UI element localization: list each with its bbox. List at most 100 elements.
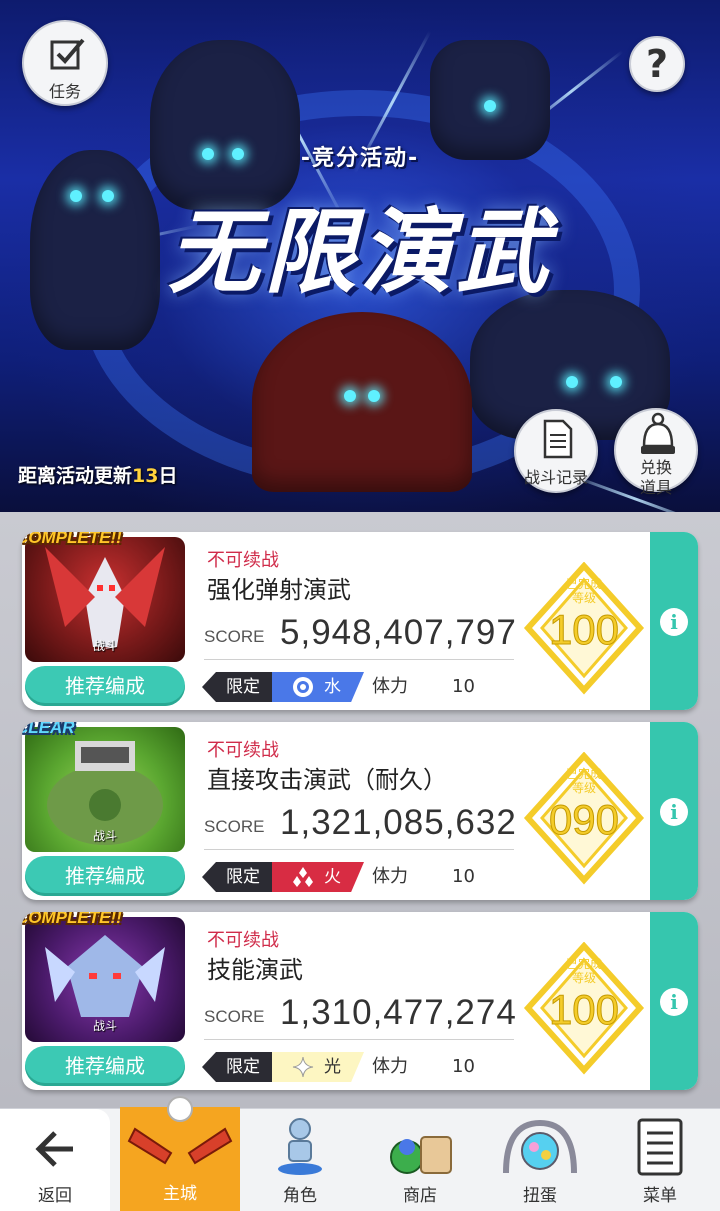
exchange-items-button[interactable]: 兑换 道具 xyxy=(614,408,698,497)
pinball-flipper-icon xyxy=(127,1096,233,1165)
event-banner: -竞分活动- 无限演武 距离活动更新13日 任务 ? 战斗记录 兑换 道具 xyxy=(0,0,720,512)
exchange-label-line1: 兑换 xyxy=(639,458,672,477)
divider xyxy=(204,659,514,660)
countdown-suffix: 日 xyxy=(158,465,178,487)
info-icon[interactable]: i xyxy=(660,988,688,1016)
stage-thumbnail[interactable]: 战斗 xyxy=(25,537,185,662)
divider xyxy=(204,849,514,850)
limited-tag: 限定 xyxy=(202,672,278,702)
nav-menu-label: 菜单 xyxy=(643,1186,677,1206)
no-continue-label: 不可续战 xyxy=(207,930,279,951)
nav-back-label: 返回 xyxy=(38,1186,72,1206)
grade-value: 090 xyxy=(549,796,619,843)
exchange-label: 兑换 道具 xyxy=(616,458,696,498)
medal-caption-1: 已完成 xyxy=(566,576,602,591)
task-button[interactable]: 任务 xyxy=(22,20,108,106)
thumb-tag: 战斗 xyxy=(92,1019,117,1033)
recommend-team-button[interactable]: 推荐编成 xyxy=(25,666,185,706)
nav-back[interactable]: 返回 xyxy=(0,1109,110,1211)
thumb-tag: 战斗 xyxy=(92,639,117,653)
nav-home[interactable]: 主城 xyxy=(120,1096,240,1211)
element-label: 火 xyxy=(324,867,341,887)
no-continue-label: 不可续战 xyxy=(207,740,279,761)
grade-value: 100 xyxy=(549,986,619,1033)
nav-menu[interactable]: 菜单 xyxy=(600,1109,720,1211)
stamina-label: 体力 xyxy=(372,866,408,887)
nav-home-label: 主城 xyxy=(163,1184,197,1204)
recommend-team-button[interactable]: 推荐编成 xyxy=(25,1046,185,1086)
bell-hat-icon xyxy=(641,412,675,454)
battle-log-button[interactable]: 战斗记录 xyxy=(514,409,598,493)
document-icon xyxy=(543,419,573,459)
stage-card[interactable]: 战斗 COMPLETE!! 推荐编成 不可续战 强化弹射演武 SCORE 5,9… xyxy=(22,532,698,710)
nav-shop-label: 商店 xyxy=(403,1186,437,1206)
status-badge: COMPLETE!! xyxy=(22,912,122,927)
score-value: 5,948,407,797 xyxy=(280,613,517,652)
limited-tag: 限定 xyxy=(202,862,278,892)
stage-list: 战斗 COMPLETE!! 推荐编成 不可续战 强化弹射演武 SCORE 5,9… xyxy=(0,512,720,1108)
info-strip[interactable]: i xyxy=(650,532,698,710)
stamina-value: 10 xyxy=(452,866,475,887)
element-label: 水 xyxy=(324,677,341,697)
fire-diamonds-icon xyxy=(293,867,313,887)
stage-card[interactable]: 战斗 CLEAR 推荐编成 不可续战 直接攻击演武（耐久） SCORE 1,32… xyxy=(22,722,698,900)
recommend-team-button[interactable]: 推荐编成 xyxy=(25,856,185,896)
element-tag: 光 xyxy=(272,1052,364,1082)
stage-thumbnail[interactable]: 战斗 xyxy=(25,917,185,1042)
stamina-value: 10 xyxy=(452,676,475,697)
nav-character-label: 角色 xyxy=(283,1186,317,1206)
help-button[interactable]: ? xyxy=(629,36,685,92)
divider xyxy=(204,1039,514,1040)
medal-caption-1: 已完成 xyxy=(566,956,602,971)
info-strip[interactable]: i xyxy=(650,912,698,1090)
info-icon[interactable]: i xyxy=(660,798,688,826)
score-value: 1,310,477,274 xyxy=(280,993,517,1032)
stage-name: 技能演武 xyxy=(207,956,303,984)
thumb-tag: 战斗 xyxy=(92,829,117,843)
shop-bag-icon xyxy=(390,1136,452,1174)
exchange-label-line2: 道具 xyxy=(639,478,672,497)
grade-value: 100 xyxy=(549,606,619,653)
light-sparkle-icon xyxy=(292,1056,314,1078)
event-countdown: 距离活动更新13日 xyxy=(18,461,177,488)
stage-thumbnail[interactable]: 战斗 xyxy=(25,727,185,852)
stage-card[interactable]: 战斗 COMPLETE!! 推荐编成 不可续战 技能演武 SCORE 1,310… xyxy=(22,912,698,1090)
no-continue-label: 不可续战 xyxy=(207,550,279,571)
monster-silhouette-red xyxy=(252,312,472,492)
battle-log-label: 战斗记录 xyxy=(523,468,588,487)
nav-character[interactable]: 角色 xyxy=(240,1109,360,1211)
medal-caption-1: 已完成 xyxy=(566,766,602,781)
stage-name: 直接攻击演武（耐久） xyxy=(207,766,447,794)
task-label: 任务 xyxy=(48,82,81,101)
medal-caption-2: 等级 xyxy=(572,971,596,985)
bottom-nav: 返回 主城 角色 商店 扭蛋 菜单 xyxy=(0,1096,720,1211)
stamina-label: 体力 xyxy=(372,676,408,697)
medal-caption-2: 等级 xyxy=(572,781,596,795)
grade-medal-icon: 已完成 等级 090 xyxy=(523,752,645,885)
checkbox-icon xyxy=(50,38,85,70)
info-strip[interactable]: i xyxy=(650,722,698,900)
menu-list-icon xyxy=(637,1118,683,1176)
event-subtitle: -竞分活动- xyxy=(300,146,420,171)
grade-medal-icon: 已完成 等级 100 xyxy=(523,942,645,1075)
status-badge: CLEAR xyxy=(22,722,75,737)
event-title: 无限演武 xyxy=(167,199,552,306)
score-value: 1,321,085,632 xyxy=(280,803,517,842)
limited-tag: 限定 xyxy=(202,1052,278,1082)
stamina-label: 体力 xyxy=(372,1056,408,1077)
nav-gacha[interactable]: 扭蛋 xyxy=(480,1109,600,1211)
info-icon[interactable]: i xyxy=(660,608,688,636)
countdown-days: 13 xyxy=(132,465,159,487)
stamina-value: 10 xyxy=(452,1056,475,1077)
element-label: 光 xyxy=(324,1057,341,1077)
element-tag: 火 xyxy=(272,862,364,892)
nav-gacha-label: 扭蛋 xyxy=(523,1186,557,1206)
score-label: SCORE xyxy=(204,817,265,836)
stage-name: 强化弹射演武 xyxy=(207,576,351,604)
water-orb-icon xyxy=(293,677,313,697)
score-label: SCORE xyxy=(204,1007,265,1026)
character-figure-icon xyxy=(278,1118,322,1175)
nav-shop[interactable]: 商店 xyxy=(360,1109,480,1211)
element-tag: 水 xyxy=(272,672,364,702)
countdown-prefix: 距离活动更新 xyxy=(18,465,133,487)
